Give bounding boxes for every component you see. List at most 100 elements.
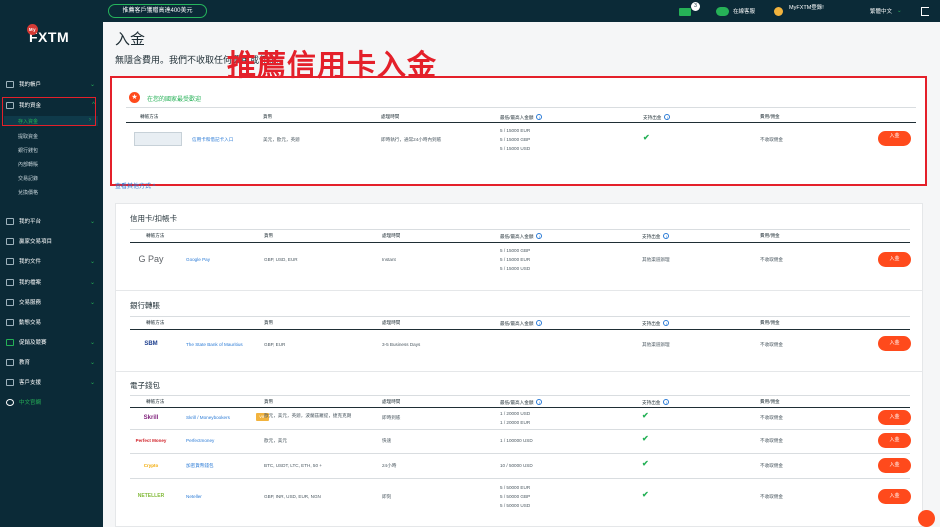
info-icon[interactable]: i (663, 399, 670, 405)
fees-cell: 不收取佣金 (760, 137, 783, 142)
sidebar-subitem-exchange-rates[interactable]: 兌換價格 (18, 189, 38, 196)
show-other-methods-link[interactable]: 查看其他方式 ^ (115, 181, 155, 190)
info-icon[interactable]: i (663, 320, 670, 326)
time-cell: Instant (382, 257, 396, 262)
info-icon[interactable]: i (663, 233, 670, 239)
col-time: 處理時間 (382, 320, 401, 325)
sidebar-item-winners[interactable]: 贏家交易項目 (0, 233, 103, 249)
section-title: 銀行轉賬 (130, 301, 160, 310)
referral-promo-button[interactable]: 推薦客戶獲贈高達400美元 (108, 4, 207, 18)
col-limits-label: 最低/最高入金額 (500, 234, 534, 239)
col-withdraw: 支持出金 i (642, 320, 670, 327)
col-currency: 貨幣 (264, 320, 274, 325)
profile-icon (6, 278, 14, 286)
method-name[interactable]: The State Bank of Mauritius (186, 342, 243, 347)
col-withdraw: 支持出金 i (642, 233, 670, 240)
method-name[interactable]: 信用卡和借記卡入口 (192, 137, 233, 143)
method-name[interactable]: Skrill / Moneybookers (186, 415, 230, 420)
col-method: 轉帳方法 (140, 114, 159, 119)
monitor-icon (6, 217, 14, 225)
check-icon: ✔ (643, 133, 650, 142)
live-chat-button[interactable]: 在線客服 (716, 0, 755, 22)
language-label: 繁體中文 (870, 9, 893, 15)
sidebar-item-label: 客戶支援 (19, 380, 42, 386)
sidebar-item-my-account[interactable]: 我的帳戶 ⌄ (0, 76, 103, 92)
time-cell: 3-5 Business Days (382, 342, 421, 347)
col-currency: 貨幣 (263, 114, 273, 119)
col-fees: 費用/佣金 (760, 399, 780, 404)
sidebar-item-support[interactable]: 客戶支援 ⌄ (0, 374, 103, 390)
method-name[interactable]: Neteller (186, 494, 202, 499)
chevron-down-icon: ⌄ (89, 218, 95, 225)
sidebar-item-my-profile[interactable]: 我的檔案 ⌄ (0, 274, 103, 290)
user-menu[interactable]: MyFXTM登錄! (774, 0, 824, 22)
col-fees: 費用/佣金 (760, 233, 780, 238)
method-name[interactable]: Google Pay (186, 257, 210, 262)
col-fees: 費用/佣金 (760, 114, 780, 119)
limit-line: 5 / 50000 EUR (500, 485, 531, 490)
method-name[interactable]: Perfectmoney (186, 438, 214, 443)
currency-cell: 美元，歐元，英鎊 (263, 137, 300, 142)
sidebar-item-chinese-site[interactable]: 中文官網 (0, 394, 103, 410)
chat-bubble-button[interactable] (918, 510, 935, 527)
neteller-logo: NETELLER (137, 493, 165, 499)
chevron-down-icon: ⌄ (89, 81, 95, 88)
info-icon[interactable]: i (536, 114, 543, 120)
col-limits-label: 最低/最高入金額 (500, 115, 534, 120)
row-divider (130, 478, 910, 479)
info-icon[interactable]: i (536, 233, 543, 239)
logout-button[interactable] (921, 0, 929, 22)
sidebar-item-education[interactable]: 教育 ⌄ (0, 354, 103, 370)
check-icon: ✔ (642, 434, 649, 443)
col-fees: 費用/佣金 (760, 320, 780, 325)
main-content: 入金 無隱含費用。我們不收取任何費用或佣金。 ★ 在您的國家最受歡迎 轉帳方法 … (103, 22, 940, 527)
divider (130, 229, 910, 230)
deposit-button[interactable]: 入金 (878, 410, 911, 425)
limit-line: 5 / 15000 USD (500, 266, 531, 271)
deposit-button[interactable]: 入金 (878, 489, 911, 504)
book-icon (6, 358, 14, 366)
account-icon (6, 80, 14, 88)
messages-button[interactable]: 3 (679, 0, 700, 22)
sidebar-item-label: 交易服務 (19, 300, 42, 306)
sidebar-item-my-platform[interactable]: 我的平台 ⌄ (0, 213, 103, 229)
sidebar-item-dynamic-trading[interactable]: 動態交易 (0, 314, 103, 330)
method-name[interactable]: 加密貨幣錢包 (186, 463, 214, 469)
document-icon (6, 257, 14, 265)
sidebar-highlight-box (2, 97, 96, 126)
sidebar-item-trading-services[interactable]: 交易服務 ⌄ (0, 294, 103, 310)
deposit-button[interactable]: 入金 (878, 131, 911, 146)
sidebar-subitem-withdraw[interactable]: 提取資金 (18, 133, 38, 140)
top-bar: 推薦客戶獲贈高達400美元 3 在線客服 MyFXTM登錄! 繁體中文 ⌄ (0, 0, 940, 22)
info-icon[interactable]: i (536, 320, 543, 326)
withdraw-cell: 其他渠道辦理 (642, 342, 670, 347)
sidebar-subitem-bank-wallet[interactable]: 銀行錢包 (18, 147, 38, 154)
fees-cell: 不收取佣金 (760, 415, 783, 420)
section-credit-cards: 信用卡/扣帳卡 轉帳方法 貨幣 處理時間 最低/最高入金額 i 支持出金 i 費用/… (115, 203, 923, 299)
deposit-button[interactable]: 入金 (878, 252, 911, 267)
col-method: 轉帳方法 (146, 233, 165, 238)
currency-cell: GBP, INR, USD, EUR, NGN (264, 494, 321, 499)
sidebar-subitem-transaction-history[interactable]: 交易記錄 (18, 175, 38, 182)
fxtm-logo[interactable]: My FXTM (27, 24, 69, 45)
sidebar-item-my-documents[interactable]: 我的文件 ⌄ (0, 253, 103, 269)
limit-line: 5 / 15000 GBP (500, 137, 531, 142)
language-selector[interactable]: 繁體中文 ⌄ (870, 0, 902, 22)
chat-icon (716, 6, 729, 16)
info-icon[interactable]: i (664, 114, 671, 120)
sidebar-item-label: 我的帳戶 (19, 82, 42, 88)
fees-cell: 不收取佣金 (760, 438, 783, 443)
deposit-button[interactable]: 入金 (878, 336, 911, 351)
deposit-button[interactable]: 入金 (878, 433, 911, 448)
logo-my-badge: My (27, 24, 38, 35)
col-limits-label: 最低/最高入金額 (500, 400, 534, 405)
info-icon[interactable]: i (536, 399, 543, 405)
col-withdraw: 支持出金 i (643, 114, 671, 121)
popular-badge-icon: ★ (129, 92, 140, 103)
col-time: 處理時間 (382, 399, 401, 404)
deposit-button[interactable]: 入金 (878, 458, 911, 473)
sidebar-subitem-internal-transfer[interactable]: 內部轉賬 (18, 161, 38, 168)
sidebar-item-promotions[interactable]: 促銷及競賽 ⌄ (0, 334, 103, 350)
check-icon: ✔ (642, 490, 649, 499)
globe-icon (6, 398, 14, 406)
